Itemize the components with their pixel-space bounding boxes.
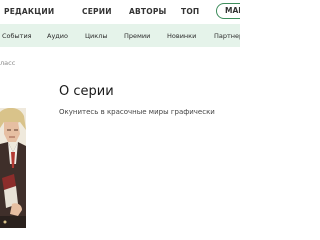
nav-item-series[interactable]: СЕРИИ <box>82 7 112 16</box>
top-navigation: РЕДАКЦИИ СЕРИИ АВТОРЫ ТОП МАГ <box>0 0 240 24</box>
sub-navigation: События Аудио Циклы Премии Новинки Партн… <box>0 24 240 47</box>
subnav-item-cycles[interactable]: Циклы <box>85 32 107 40</box>
breadcrumb[interactable]: ласс <box>0 59 15 67</box>
subnav-item-audio[interactable]: Аудио <box>47 32 68 40</box>
subnav-item-awards[interactable]: Премии <box>124 32 150 40</box>
nav-item-top[interactable]: ТОП <box>181 7 199 16</box>
subnav-item-partners[interactable]: Партнер <box>214 32 240 40</box>
subnav-item-events[interactable]: События <box>2 32 32 40</box>
page: РЕДАКЦИИ СЕРИИ АВТОРЫ ТОП МАГ События Ау… <box>0 0 240 240</box>
nav-item-authors[interactable]: АВТОРЫ <box>129 7 166 16</box>
shop-button[interactable]: МАГ <box>216 3 240 19</box>
subnav-item-new[interactable]: Новинки <box>167 32 196 40</box>
section-title: О серии <box>59 84 114 99</box>
cover-illustration <box>0 108 26 228</box>
series-cover-image[interactable] <box>0 108 26 228</box>
section-description: Окунитесь в красочные миры графически <box>59 108 215 116</box>
nav-item-editions[interactable]: РЕДАКЦИИ <box>4 7 54 16</box>
